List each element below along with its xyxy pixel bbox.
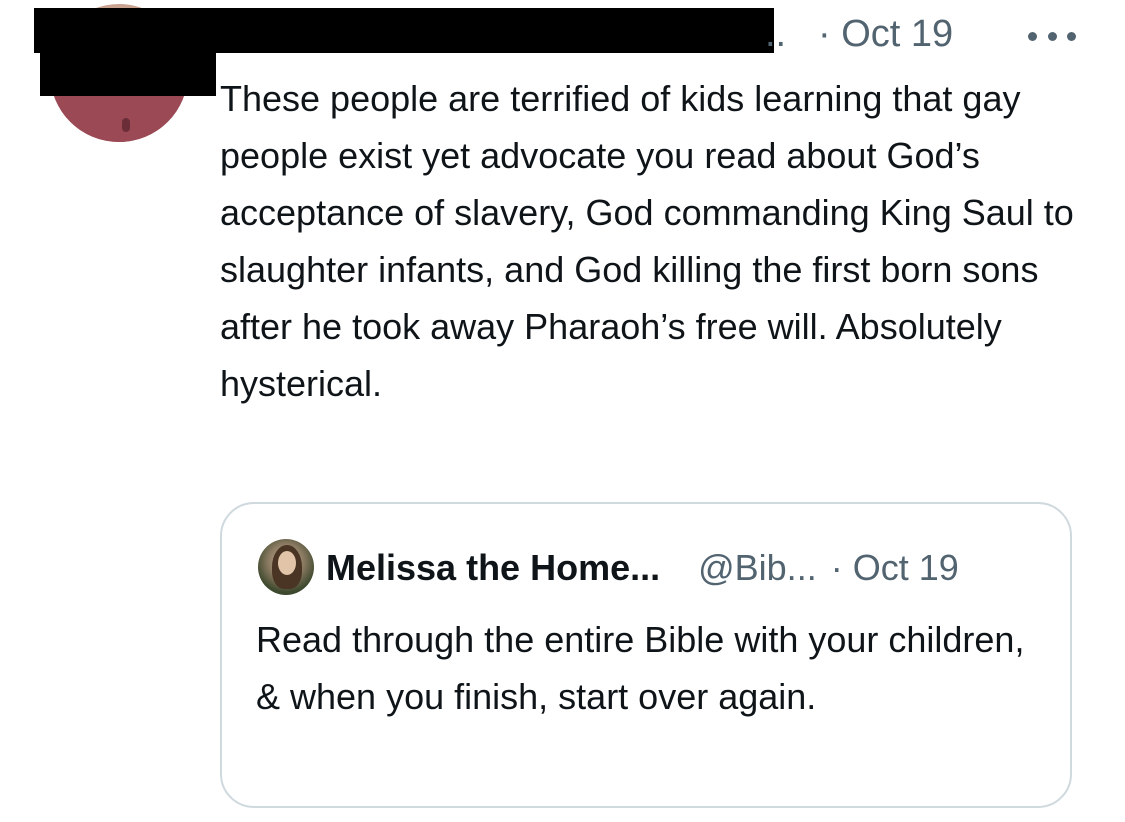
quoted-tweet-header: Melissa the Home... @Bib... · Oct 19 — [326, 544, 959, 592]
dot — [1028, 31, 1037, 41]
quoted-author-avatar[interactable] — [258, 539, 314, 595]
author-name-truncation: .. — [765, 13, 787, 55]
avatar-face — [278, 551, 296, 575]
quoted-tweet-date[interactable]: · Oct 19 — [831, 544, 959, 592]
quoted-author-handle[interactable]: @Bib... — [698, 544, 817, 592]
tweet-text: These people are terrified of kids learn… — [220, 78, 1084, 404]
redaction-bar — [34, 8, 774, 53]
avatar-detail — [122, 118, 130, 132]
dot — [1067, 31, 1076, 41]
tweet[interactable]: .. · Oct 19 These people are terrified o… — [0, 0, 1125, 822]
tweet-date[interactable]: · Oct 19 — [818, 12, 953, 56]
quoted-tweet-text: Read through the entire Bible with your … — [256, 619, 1025, 717]
quoted-author-name[interactable]: Melissa the Home... — [326, 544, 660, 592]
quoted-tweet-card[interactable]: Melissa the Home... @Bib... · Oct 19 Rea… — [220, 502, 1072, 808]
redaction-bar — [40, 52, 216, 96]
dot — [1047, 31, 1057, 41]
more-options-icon[interactable] — [1028, 22, 1076, 50]
